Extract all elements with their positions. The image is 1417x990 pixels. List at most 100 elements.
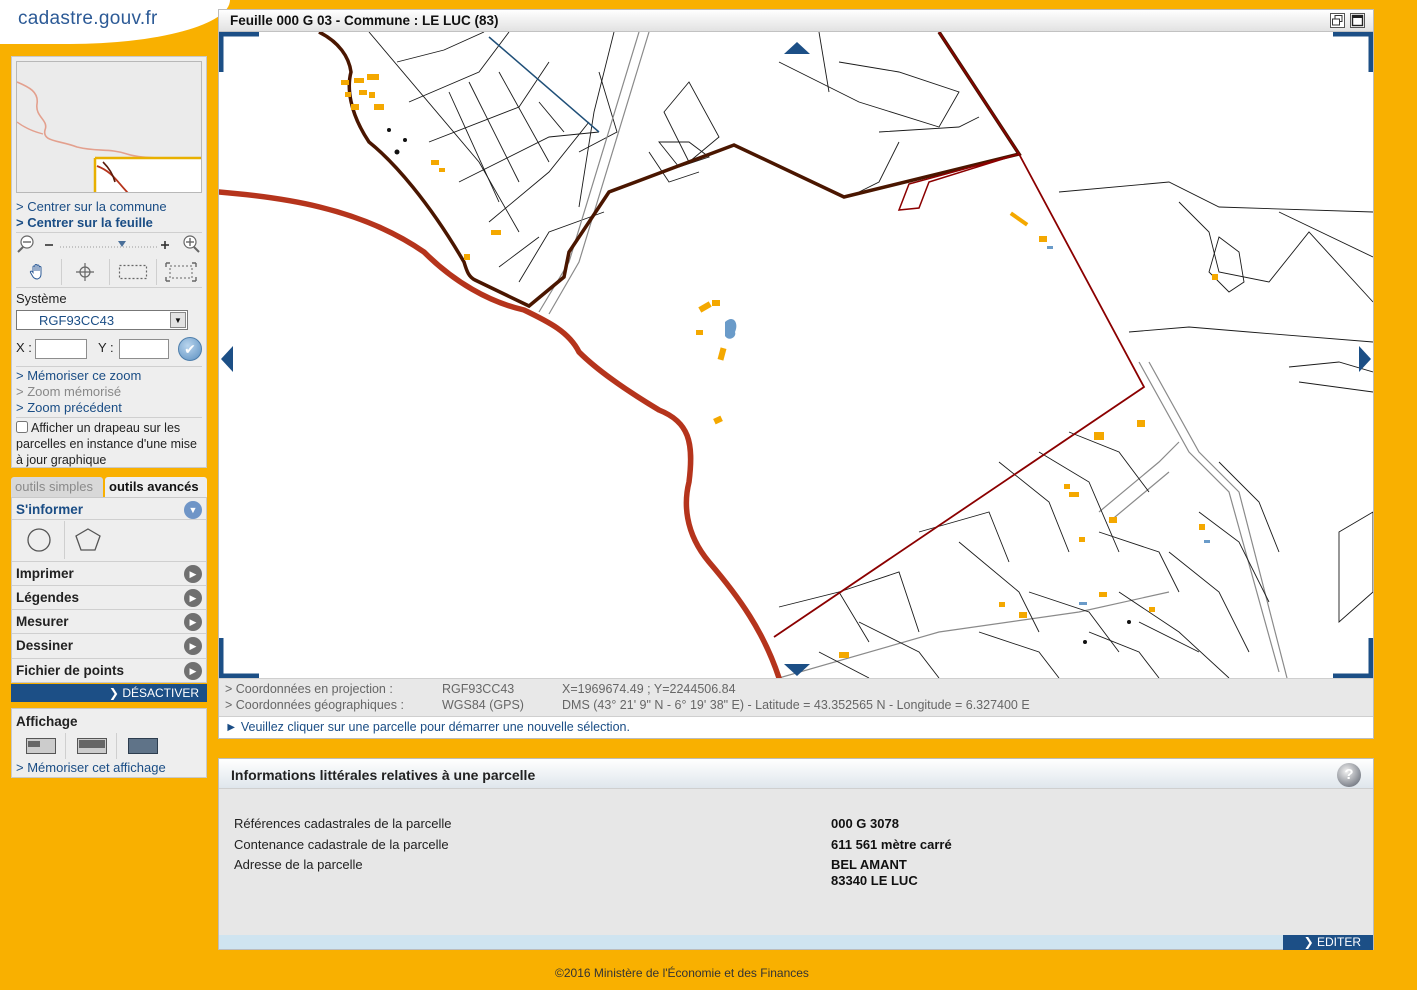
map-tools [14, 259, 204, 287]
fichier-points-menu-item[interactable]: Fichier de points ▶ [12, 658, 206, 682]
mesurer-menu-item[interactable]: Mesurer ▶ [12, 609, 206, 633]
crosshair-icon [76, 263, 95, 281]
flag-option: Afficher un drapeau sur les parcelles en… [16, 420, 206, 468]
display-mode-1[interactable] [16, 733, 66, 759]
center-tool[interactable] [62, 259, 110, 285]
cadastral-map-drawing [219, 32, 1373, 678]
coords-geo-value: DMS (43° 21' 9" N - 6° 19' 38" E) - Lati… [562, 698, 1030, 712]
coords-projection-system: RGF93CC43 [442, 682, 515, 696]
menu-item-label: Dessiner [16, 638, 74, 653]
zoom-box-tool[interactable] [110, 259, 158, 285]
zoom-precedent-link[interactable]: > Zoom précédent [16, 400, 122, 415]
polygon-select-tool[interactable] [64, 521, 110, 559]
overview-map[interactable] [16, 61, 202, 193]
validate-coordinates-button[interactable]: ✔ [178, 337, 202, 361]
maximize-icon [1351, 14, 1364, 27]
divider [16, 417, 202, 418]
dessiner-menu-item[interactable]: Dessiner ▶ [12, 633, 206, 657]
map-title: Feuille 000 G 03 - Commune : LE LUC (83) [230, 13, 499, 28]
menu-item-label: Imprimer [16, 566, 74, 581]
layout-medium-icon [76, 738, 107, 754]
parcel-info-title: Informations littérales relatives à une … [231, 767, 536, 783]
chevron-right-icon: ❯ [1303, 935, 1317, 949]
sinformer-label: S'informer [16, 502, 83, 517]
contenance-value: 611 561 mètre carré [831, 837, 952, 852]
adresse-label: Adresse de la parcelle [234, 857, 363, 872]
editer-label: EDITER [1316, 935, 1361, 949]
rectangle-select-icon [118, 264, 147, 280]
selection-shapes [12, 521, 206, 559]
zoom-bar-drawing [17, 235, 200, 253]
divider [16, 287, 202, 288]
parcel-info-footer [219, 935, 1373, 949]
tab-outils-avances[interactable]: outils avancés [105, 477, 207, 497]
menu-item-label: Fichier de points [16, 663, 125, 678]
divider [16, 366, 202, 367]
full-extent-tool[interactable] [157, 259, 204, 285]
references-label: Références cadastrales de la parcelle [234, 816, 452, 831]
coords-geo-system: WGS84 (GPS) [442, 698, 524, 712]
y-coordinate-input[interactable] [119, 339, 169, 359]
advanced-tools-panel: S'informer ▼ Imprimer ▶ Légendes ▶ Mesur… [11, 497, 207, 683]
affichage-title: Affichage [16, 714, 78, 729]
zoom-in-icon[interactable] [183, 235, 200, 253]
polygon-icon [74, 528, 101, 551]
zoom-out-icon[interactable] [17, 235, 34, 253]
circle-select-tool[interactable] [16, 521, 62, 559]
chevron-right-icon: ❯ [108, 686, 123, 700]
legendes-menu-item[interactable]: Légendes ▶ [12, 585, 206, 609]
sinformer-header[interactable]: S'informer ▼ [12, 498, 206, 520]
maximize-window-button[interactable] [1350, 13, 1365, 28]
play-arrow-icon: ▶ [184, 613, 202, 631]
chevron-down-icon[interactable]: ▼ [170, 312, 186, 328]
display-mode-2[interactable] [67, 733, 117, 759]
selection-notice: ► Veuillez cliquer sur une parcelle pour… [219, 716, 1373, 738]
systeme-select-value: RGF93CC43 [39, 313, 115, 328]
cadastral-map[interactable] [219, 32, 1373, 678]
coordinates-bar: > Coordonnées en projection : RGF93CC43 … [219, 678, 1373, 716]
coords-geo-label: > Coordonnées géographiques : [225, 698, 404, 712]
full-extent-icon [164, 262, 197, 282]
affichage-panel: Affichage > Mémoriser cet affichage [11, 708, 207, 778]
overview-map-drawing [17, 62, 201, 192]
zoom-slider-handle-icon[interactable] [118, 241, 126, 247]
memoriser-zoom-link[interactable]: > Mémoriser ce zoom [16, 368, 141, 383]
checkmark-icon: ✔ [184, 341, 196, 357]
help-button[interactable]: ? [1337, 763, 1361, 787]
zoom-plus-icon[interactable] [161, 241, 169, 249]
restore-window-button[interactable] [1330, 13, 1345, 28]
play-arrow-icon: ▶ [184, 565, 202, 583]
imprimer-menu-item[interactable]: Imprimer ▶ [12, 561, 206, 585]
center-feuille-link[interactable]: > Centrer sur la feuille [16, 215, 153, 230]
desactiver-button[interactable]: ❯ DÉSACTIVER [11, 684, 207, 702]
site-logo[interactable]: cadastre.gouv.fr [0, 0, 230, 44]
tool-tabs: outils simples outils avancés [11, 477, 207, 497]
x-label: X : [16, 340, 32, 355]
zoom-memorise-link[interactable]: > Zoom mémorisé [16, 384, 121, 399]
coords-projection-label: > Coordonnées en projection : [225, 682, 393, 696]
menu-item-label: Légendes [16, 590, 80, 605]
navigation-panel: > Centrer sur la commune > Centrer sur l… [11, 56, 207, 468]
logo-text: cadastre.gouv.fr [18, 8, 158, 29]
systeme-select[interactable]: RGF93CC43 ▼ [16, 310, 188, 330]
center-commune-link[interactable]: > Centrer sur la commune [16, 199, 167, 214]
help-icon: ? [1344, 766, 1354, 783]
circle-icon [27, 528, 51, 552]
menu-item-label: Mesurer [16, 614, 69, 629]
tab-outils-simples[interactable]: outils simples [11, 477, 103, 497]
flag-checkbox-label: Afficher un drapeau sur les parcelles en… [16, 421, 197, 467]
pan-tool[interactable] [14, 259, 62, 285]
editer-button[interactable]: ❯ EDITER [1283, 935, 1373, 950]
flag-checkbox[interactable] [16, 421, 28, 433]
chevron-down-icon[interactable]: ▼ [184, 501, 202, 519]
desactiver-label: DÉSACTIVER [122, 686, 199, 700]
hand-icon [30, 263, 42, 280]
adresse-line-2: 83340 LE LUC [831, 873, 918, 888]
parcel-info-header: Informations littérales relatives à une … [219, 759, 1373, 789]
play-arrow-icon: ▶ [184, 662, 202, 680]
display-mode-3[interactable] [118, 733, 168, 759]
memoriser-affichage-link[interactable]: > Mémoriser cet affichage [16, 760, 166, 775]
layout-small-icon [25, 738, 56, 754]
zoom-bar [14, 233, 204, 255]
x-coordinate-input[interactable] [35, 339, 87, 359]
